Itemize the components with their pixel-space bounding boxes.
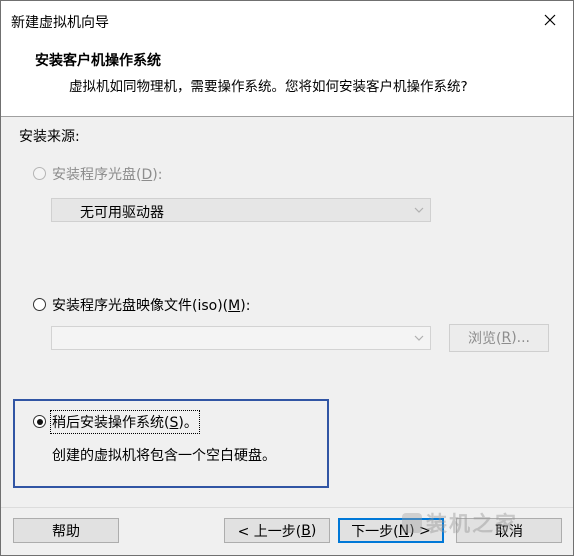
iso-radio[interactable] — [33, 298, 46, 311]
window-title: 新建虚拟机向导 — [11, 15, 109, 31]
disc-option-label: 安装程序光盘(D): — [52, 167, 163, 183]
wizard-window: 新建虚拟机向导 安装客户机操作系统 虚拟机如同物理机，需要操作系统。您将如何安装… — [0, 0, 574, 556]
browse-button[interactable]: 浏览(R)... — [449, 324, 549, 352]
page-subtitle: 虚拟机如同物理机，需要操作系统。您将如何安装客户机操作系统? — [69, 79, 468, 95]
iso-option-label: 安装程序光盘映像文件(iso)(M): — [52, 298, 251, 314]
watermark-logo-icon — [402, 513, 422, 533]
install-source-label: 安装来源: — [19, 129, 80, 145]
watermark-text: 装机之家 — [426, 512, 518, 536]
later-option-label: 稍后安装操作系统(S)。 — [50, 410, 200, 434]
iso-path-input[interactable] — [51, 326, 431, 350]
wizard-header: 安装客户机操作系统 虚拟机如同物理机，需要操作系统。您将如何安装客户机操作系统? — [1, 39, 573, 117]
page-title: 安装客户机操作系统 — [35, 53, 161, 69]
title-bar: 新建虚拟机向导 — [1, 1, 573, 39]
help-button[interactable]: 帮助 — [13, 518, 119, 543]
disc-radio[interactable] — [33, 167, 46, 180]
later-radio[interactable] — [33, 415, 46, 428]
chevron-down-icon — [414, 207, 424, 213]
chevron-down-icon — [414, 335, 424, 341]
later-option-description: 创建的虚拟机将包含一个空白硬盘。 — [52, 448, 276, 464]
back-button[interactable]: < 上一步(B) — [224, 518, 330, 543]
close-icon — [544, 14, 556, 26]
drive-select-value: 无可用驱动器 — [80, 205, 164, 221]
drive-select[interactable]: 无可用驱动器 — [51, 198, 431, 222]
close-button[interactable] — [527, 1, 573, 39]
